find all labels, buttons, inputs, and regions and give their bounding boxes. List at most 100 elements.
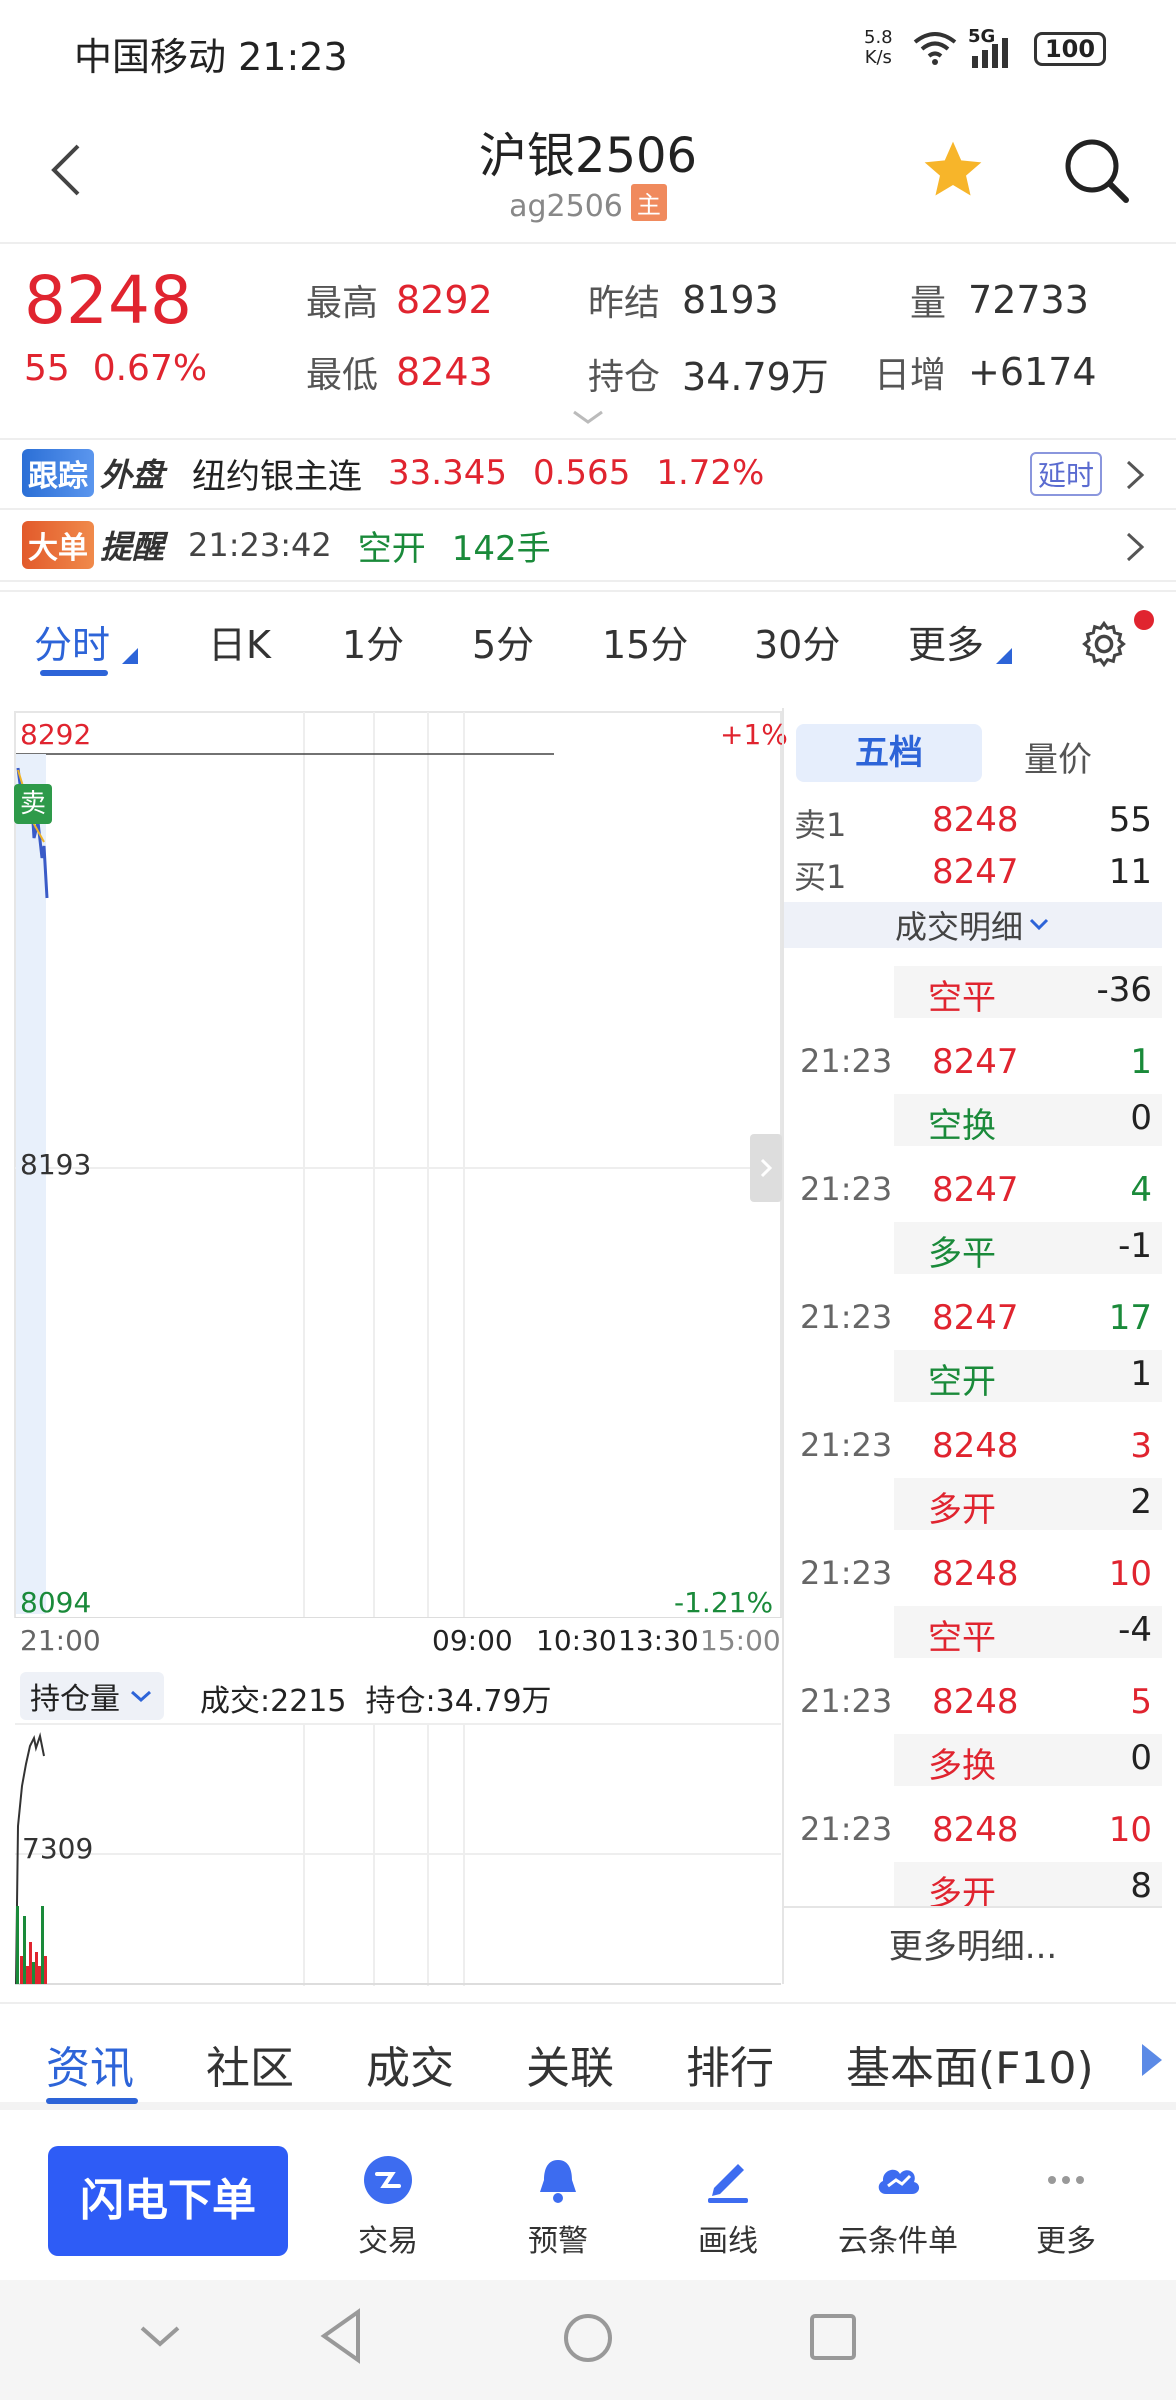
trade-volume: 10 (1108, 1554, 1152, 1594)
trade-time: 21:23 (800, 1426, 893, 1464)
trade-detail-title: 成交明细 (894, 908, 1023, 946)
more-details-link[interactable]: 更多明细... (784, 1906, 1162, 1984)
prev-settle-value: 8193 (682, 278, 779, 322)
trade-price: 8248 (932, 1810, 1019, 1850)
sub-y-axis: 7309 (22, 1832, 94, 1865)
clock: 21:23 (238, 35, 348, 79)
tab-intraday-label: 分时 (34, 623, 111, 667)
more-label: 更多 (1036, 2224, 1096, 2259)
wifi-icon (913, 32, 957, 65)
bid1-price: 8247 (932, 852, 1019, 892)
daily-inc-field: 日增 +6174 (874, 346, 1097, 398)
trade-price: 8247 (932, 1170, 1019, 1210)
page-header: 沪银2506 ag2506 主 (0, 100, 1176, 244)
tab-volume-price[interactable]: 量价 (1024, 732, 1092, 781)
search-icon[interactable] (1062, 136, 1132, 206)
tab-more-label: 更多 (908, 623, 985, 667)
more-button[interactable]: 更多 (996, 2154, 1136, 2260)
foreign-price: 33.345 (388, 453, 507, 493)
active-tab-indicator (46, 2098, 138, 2104)
tab-5min[interactable]: 5分 (472, 614, 534, 669)
x-tick-0900: 09:00 (432, 1624, 513, 1657)
expand-chevron-icon[interactable] (570, 408, 606, 426)
nav-recents-icon[interactable] (808, 2312, 858, 2362)
change-value: 55 (24, 348, 70, 389)
y-axis-low: 8094 (20, 1586, 92, 1619)
prev-settle-label: 昨结 (588, 283, 661, 324)
trade-price: 8248 (932, 1554, 1019, 1594)
high-field: 最高 8292 (306, 274, 493, 326)
foreign-market-row[interactable]: 跟踪 外盘 纽约银主连 33.345 0.565 1.72% 延时 (0, 438, 1176, 506)
flash-order-button[interactable]: 闪电下单 (48, 2146, 288, 2256)
cloud-order-button[interactable]: 云条件单 (828, 2154, 968, 2260)
ask1-label: 卖1 (794, 806, 847, 844)
nav-back-icon[interactable] (318, 2308, 364, 2364)
trade-volume: 4 (1130, 1170, 1152, 1210)
trade-volume: 3 (1130, 1426, 1152, 1466)
big-order-alert-row[interactable]: 大单 提醒 21:23:42 空开 142手 (0, 508, 1176, 582)
trade-volume: 5 (1130, 1682, 1152, 1722)
tab-five-levels[interactable]: 五档 (796, 724, 982, 782)
chart-side-handle[interactable] (750, 1134, 782, 1202)
carrier-label: 中国移动 (74, 35, 227, 79)
tab-more[interactable]: 更多 (908, 614, 1013, 669)
btab-news[interactable]: 资讯 (46, 2032, 138, 2104)
cloud-order-label: 云条件单 (838, 2224, 958, 2259)
alert-qty: 142手 (451, 528, 551, 569)
trade-type: 多换 (928, 1746, 996, 1786)
price-change: 55 0.67% (24, 348, 207, 389)
tab-intraday[interactable]: 分时 (34, 614, 139, 676)
alert-button[interactable]: 预警 (488, 2154, 628, 2260)
tab-30min[interactable]: 30分 (754, 614, 840, 669)
trade-time: 21:23 (800, 1042, 893, 1080)
foreign-badge-track: 跟踪 (22, 449, 94, 497)
settings-gear-icon[interactable] (1078, 618, 1130, 670)
nav-home-icon[interactable] (562, 2312, 614, 2364)
more-dots-icon (1048, 2176, 1084, 2184)
tab-daily-k[interactable]: 日K (208, 614, 271, 669)
trade-type: 空平 (928, 1618, 996, 1658)
draw-label: 画线 (698, 2224, 758, 2259)
contract-code: ag2506 主 (0, 184, 1176, 224)
tab-15min[interactable]: 15分 (602, 614, 688, 669)
open-interest-field: 持仓 34.79万 (588, 346, 829, 401)
btab-ranking[interactable]: 排行 (686, 2032, 774, 2096)
x-tick-1330: 13:30 (618, 1624, 699, 1657)
sell-marker[interactable]: 卖 (14, 784, 52, 824)
low-label: 最低 (306, 355, 379, 396)
trade-volume: 1 (1130, 1042, 1152, 1082)
open-interest-subchart[interactable]: 持仓量 成交:2215 持仓:34.79万 7309 (14, 1666, 782, 1986)
trade-volume: 10 (1108, 1810, 1152, 1850)
trade-type: 空平 (928, 978, 996, 1018)
trade-oi-change: 2 (1130, 1482, 1152, 1522)
pen-icon (708, 2164, 748, 2203)
btab-fundamentals[interactable]: 基本面(F10) (846, 2032, 1094, 2096)
battery-icon: 100 (1034, 32, 1106, 66)
bell-icon (540, 2160, 576, 2203)
trade-time: 21:23 (800, 1298, 893, 1336)
order-book-panel: 五档 量价 卖1 8248 55 买1 8247 11 成交明细 空平 -36 … (782, 708, 1162, 1984)
trade-button[interactable]: 交易 (318, 2154, 458, 2260)
btab-community[interactable]: 社区 (206, 2032, 294, 2096)
trade-price: 8247 (932, 1042, 1019, 1082)
btab-related[interactable]: 关联 (526, 2032, 614, 2096)
active-tab-indicator (40, 670, 108, 676)
tab-1min[interactable]: 1分 (342, 614, 404, 669)
trade-time: 21:23 (800, 1682, 893, 1720)
daily-inc-value: +6174 (968, 350, 1097, 394)
volume-value: 72733 (968, 278, 1089, 322)
btab-trades[interactable]: 成交 (366, 2032, 454, 2096)
volume-label: 量 (910, 283, 947, 324)
trade-time: 21:23 (800, 1810, 893, 1848)
draw-button[interactable]: 画线 (658, 2154, 798, 2260)
scroll-right-icon[interactable] (1140, 2042, 1164, 2078)
intraday-chart[interactable]: 8292 8193 8094 +1% -1.21% 卖 (14, 708, 788, 1619)
daily-inc-label: 日增 (874, 355, 947, 396)
trade-detail-header[interactable]: 成交明细 (784, 902, 1162, 948)
star-icon[interactable] (918, 136, 988, 204)
alert-type: 空开 (357, 528, 426, 569)
nav-collapse-icon[interactable] (138, 2322, 182, 2352)
bid1-label: 买1 (794, 858, 847, 896)
foreign-pct: 1.72% (656, 453, 765, 493)
chevron-right-icon (1126, 460, 1145, 490)
